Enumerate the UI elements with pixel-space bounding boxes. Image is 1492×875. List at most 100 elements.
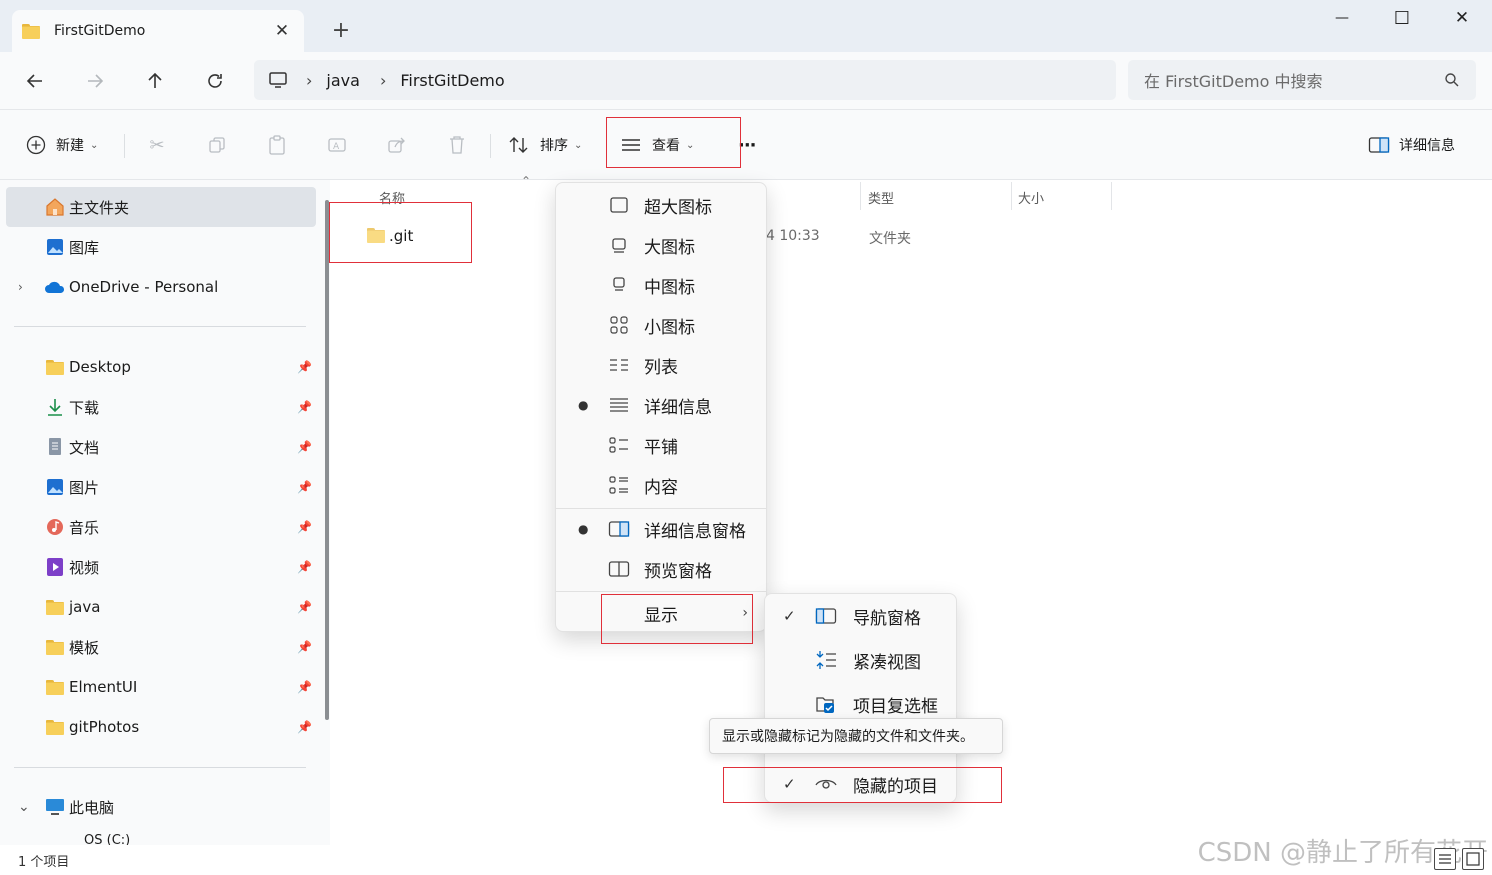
- menu-item-extra-large-icons[interactable]: 超大图标: [556, 185, 766, 225]
- up-button[interactable]: [137, 64, 173, 98]
- pin-icon[interactable]: 📌: [297, 680, 312, 694]
- breadcrumb-item-java[interactable]: java: [326, 71, 360, 90]
- sidebar-item-onedrive[interactable]: › OneDrive - Personal: [6, 267, 316, 307]
- tab-firstgitdemo[interactable]: FirstGitDemo ✕: [12, 10, 304, 52]
- sidebar-item-gitphotos[interactable]: gitPhotos 📌: [6, 707, 316, 747]
- sidebar-item-music[interactable]: 音乐 📌: [6, 507, 316, 547]
- computer-icon: [269, 72, 287, 88]
- pin-icon[interactable]: 📌: [297, 480, 312, 494]
- breadcrumb[interactable]: › java › FirstGitDemo: [254, 60, 1116, 100]
- menu-item-navigation-pane[interactable]: ✓ 导航窗格: [765, 596, 956, 636]
- sort-icon: [509, 137, 528, 153]
- more-button[interactable]: ···: [738, 130, 756, 160]
- document-icon: [44, 436, 66, 458]
- new-button[interactable]: 新建 ⌄: [26, 130, 98, 160]
- menu-item-small-icons[interactable]: 小图标: [556, 305, 766, 345]
- details-pane-button[interactable]: 详细信息: [1368, 130, 1455, 160]
- pin-icon[interactable]: 📌: [297, 640, 312, 654]
- cut-button[interactable]: ✂: [142, 130, 172, 160]
- maximize-button[interactable]: ☐: [1372, 0, 1432, 36]
- details-icon: [608, 394, 630, 416]
- onedrive-icon: [44, 276, 66, 298]
- menu-item-tiles[interactable]: 平铺: [556, 425, 766, 465]
- paste-button[interactable]: [262, 130, 292, 160]
- view-menu: 超大图标 大图标 中图标 小图标 列表 ● 详细信息 平铺 内容 ● 详细信息窗…: [555, 182, 767, 632]
- menu-item-label: 大图标: [644, 237, 695, 258]
- menu-item-list[interactable]: 列表: [556, 345, 766, 385]
- menu-item-label: 详细信息窗格: [644, 521, 746, 542]
- column-header-name[interactable]: 名称: [379, 188, 405, 207]
- details-view-toggle[interactable]: [1434, 848, 1456, 870]
- menu-item-compact-view[interactable]: 紧凑视图: [765, 640, 956, 680]
- menu-item-preview-pane[interactable]: 预览窗格: [556, 549, 766, 589]
- list-icon: [608, 354, 630, 376]
- pin-icon[interactable]: 📌: [297, 520, 312, 534]
- pin-icon[interactable]: 📌: [297, 560, 312, 574]
- menu-item-medium-icons[interactable]: 中图标: [556, 265, 766, 305]
- chevron-right-icon: ›: [306, 70, 313, 90]
- svg-text:A: A: [333, 142, 340, 152]
- forward-button[interactable]: [77, 64, 113, 98]
- sidebar-item-home[interactable]: 主文件夹: [6, 187, 316, 227]
- sidebar-item-templates[interactable]: 模板 📌: [6, 627, 316, 667]
- pin-icon[interactable]: 📌: [297, 440, 312, 454]
- maximize-icon: ☐: [1393, 7, 1411, 29]
- refresh-button[interactable]: [197, 64, 233, 98]
- delete-button[interactable]: [442, 130, 472, 160]
- table-row[interactable]: .git 4 10:33 文件夹: [363, 220, 1483, 252]
- new-tab-button[interactable]: +: [326, 18, 356, 44]
- column-separator[interactable]: [1011, 182, 1012, 210]
- file-type: 文件夹: [869, 231, 911, 247]
- column-separator[interactable]: [860, 182, 861, 210]
- sidebar-item-videos[interactable]: 视频 📌: [6, 547, 316, 587]
- view-button[interactable]: 查看 ⌄: [620, 130, 694, 160]
- tiles-icon: [608, 434, 630, 456]
- sidebar-item-downloads[interactable]: 下载 📌: [6, 387, 316, 427]
- checkmark-icon: ✓: [783, 607, 796, 625]
- sidebar-item-label: Desktop: [69, 358, 131, 376]
- menu-item-show[interactable]: 显示 ›: [556, 593, 766, 633]
- sort-button[interactable]: 排序 ⌄: [508, 130, 582, 160]
- sidebar-item-java[interactable]: java 📌: [6, 587, 316, 627]
- sidebar-item-drive-c[interactable]: OS (C:): [6, 827, 316, 845]
- home-icon: [44, 196, 66, 218]
- sidebar-scrollbar[interactable]: [325, 200, 329, 720]
- rename-button[interactable]: A: [322, 130, 352, 160]
- menu-item-large-icons[interactable]: 大图标: [556, 225, 766, 265]
- divider: [14, 767, 306, 768]
- copy-icon: [202, 130, 232, 160]
- sidebar-item-gallery[interactable]: 图库: [6, 227, 316, 267]
- sidebar-item-this-pc[interactable]: ⌄ 此电脑: [6, 787, 316, 827]
- pin-icon[interactable]: 📌: [297, 360, 312, 374]
- column-separator[interactable]: [1111, 182, 1112, 210]
- sidebar-item-label: ElmentUI: [69, 678, 138, 696]
- large-icons-view-toggle[interactable]: [1462, 848, 1484, 870]
- pin-icon[interactable]: 📌: [297, 400, 312, 414]
- share-icon: [382, 130, 412, 160]
- sidebar-item-documents[interactable]: 文档 📌: [6, 427, 316, 467]
- sidebar-item-pictures[interactable]: 图片 📌: [6, 467, 316, 507]
- search-input[interactable]: 在 FirstGitDemo 中搜索: [1128, 60, 1476, 100]
- chevron-right-icon[interactable]: ›: [18, 280, 23, 294]
- close-window-button[interactable]: ✕: [1432, 0, 1492, 36]
- menu-item-details-pane[interactable]: ● 详细信息窗格: [556, 509, 766, 549]
- pin-icon[interactable]: 📌: [297, 720, 312, 734]
- minimize-button[interactable]: —: [1312, 0, 1372, 36]
- breadcrumb-item-firstgitdemo[interactable]: FirstGitDemo: [400, 71, 504, 90]
- menu-item-details[interactable]: ● 详细信息: [556, 385, 766, 425]
- close-tab-icon[interactable]: ✕: [270, 21, 294, 41]
- trash-icon: [442, 130, 472, 160]
- menu-item-hidden-items[interactable]: ✓ 隐藏的项目: [765, 764, 956, 804]
- sidebar-item-elmentui[interactable]: ElmentUI 📌: [6, 667, 316, 707]
- menu-item-content[interactable]: 内容: [556, 465, 766, 505]
- column-header-size[interactable]: 大小: [1018, 188, 1044, 207]
- search-icon: [1445, 73, 1459, 87]
- sidebar-item-label: 视频: [69, 558, 100, 577]
- share-button[interactable]: [382, 130, 412, 160]
- copy-button[interactable]: [202, 130, 232, 160]
- pin-icon[interactable]: 📌: [297, 600, 312, 614]
- chevron-down-icon[interactable]: ⌄: [18, 799, 30, 815]
- column-header-type[interactable]: 类型: [868, 188, 894, 207]
- back-button[interactable]: [17, 64, 53, 98]
- sidebar-item-desktop[interactable]: Desktop 📌: [6, 347, 316, 387]
